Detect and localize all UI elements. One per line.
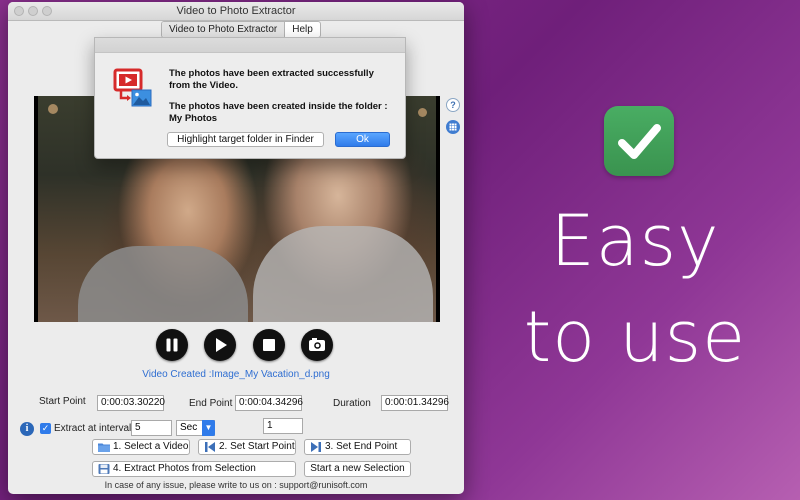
top-tab-bar: Video to Photo Extractor Help	[161, 21, 321, 38]
help-circle-button[interactable]: ?	[446, 98, 460, 112]
promo-line-1: Easy	[550, 200, 720, 282]
ok-button[interactable]: Ok	[335, 132, 390, 147]
start-marker-icon	[205, 442, 215, 452]
title-bar: Video to Photo Extractor	[8, 2, 464, 21]
interval-value-field[interactable]: 5	[131, 420, 172, 436]
select-video-label: 1. Select a Video	[113, 441, 189, 452]
bokeh-light	[418, 108, 427, 117]
save-disk-icon	[98, 464, 110, 474]
extract-interval-checkbox[interactable]: ✓	[40, 423, 51, 434]
stop-icon	[263, 339, 275, 351]
folder-icon	[98, 443, 110, 452]
snapshot-button[interactable]	[301, 329, 333, 361]
photo-count-field[interactable]: 1	[263, 418, 303, 434]
video-subject-left	[78, 246, 248, 322]
video-created-label: Video Created :Image_My Vacation_d.png	[142, 369, 330, 380]
play-button[interactable]	[204, 329, 236, 361]
video-subject-right	[253, 226, 433, 322]
start-new-selection-label: Start a new Selection	[310, 463, 405, 474]
alert-message-success: The photos have been extracted successfu…	[169, 68, 374, 91]
highlight-folder-button[interactable]: Highlight target folder in Finder	[167, 132, 324, 147]
info-icon[interactable]: i	[20, 422, 34, 436]
extract-photos-label: 4. Extract Photos from Selection	[113, 463, 256, 474]
end-point-label: End Point	[189, 398, 233, 409]
alert-message-folder: The photos have been created inside the …	[169, 101, 388, 124]
start-new-selection-button[interactable]: Start a new Selection	[304, 461, 411, 477]
end-point-field[interactable]: 0:00:04.34296	[235, 395, 303, 411]
pause-icon	[166, 338, 178, 352]
promo-line-2: to use	[523, 296, 747, 378]
duration-label: Duration	[333, 398, 371, 409]
success-alert-sheet: The photos have been extracted successfu…	[94, 37, 406, 159]
grid-icon	[449, 123, 457, 131]
checkmark-icon	[618, 124, 661, 159]
select-video-button[interactable]: 1. Select a Video	[92, 439, 190, 455]
chevron-down-icon: ▼	[202, 420, 215, 436]
start-point-label: Start Point	[39, 396, 86, 407]
stop-button[interactable]	[253, 329, 285, 361]
start-point-field[interactable]: 0:00:03.30220	[97, 395, 165, 411]
camera-icon	[309, 338, 325, 351]
app-window: Video to Photo Extractor Video to Photo …	[8, 2, 464, 494]
end-marker-icon	[311, 442, 321, 452]
support-footer: In case of any issue, please write to us…	[104, 480, 368, 490]
bokeh-light	[48, 104, 58, 114]
extract-photos-button[interactable]: 4. Extract Photos from Selection	[92, 461, 296, 477]
set-end-point-button[interactable]: 3. Set End Point	[304, 439, 411, 455]
sheet-top-bar	[95, 38, 405, 53]
interval-unit-value: Sec	[180, 422, 198, 433]
window-title: Video to Photo Extractor	[176, 5, 296, 17]
pause-button[interactable]	[156, 329, 188, 361]
extract-interval-label: Extract at interval	[54, 423, 132, 434]
tab-video-to-photo-extractor[interactable]: Video to Photo Extractor	[162, 22, 286, 37]
duration-field: 0:00:01.34296	[381, 395, 449, 411]
grid-menu-button[interactable]	[446, 120, 460, 134]
set-start-point-label: 2. Set Start Point	[219, 441, 295, 452]
interval-unit-select[interactable]: Sec ▼	[176, 420, 215, 436]
play-icon	[216, 338, 227, 352]
checkmark-badge	[604, 106, 674, 176]
tab-help[interactable]: Help	[285, 22, 320, 37]
set-start-point-button[interactable]: 2. Set Start Point	[198, 439, 296, 455]
set-end-point-label: 3. Set End Point	[325, 441, 398, 452]
app-icon	[113, 68, 152, 107]
